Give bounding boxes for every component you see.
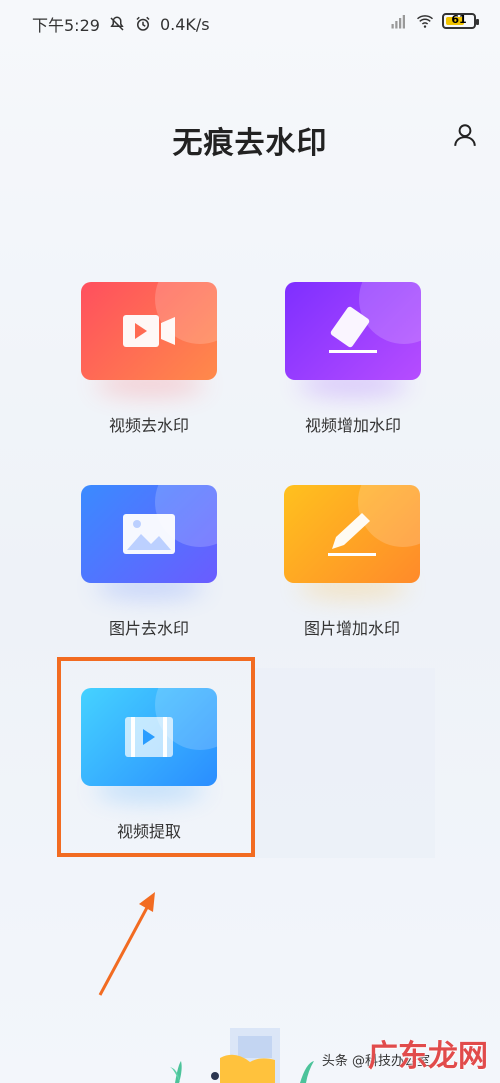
wifi-icon (417, 15, 433, 28)
image-remove-watermark-card[interactable] (81, 485, 217, 583)
status-left: 下午5:29 0.4K/s (32, 12, 210, 36)
user-profile-icon[interactable] (452, 122, 478, 148)
bottom-illustration (170, 1028, 314, 1083)
eraser-icon (329, 306, 377, 353)
pencil-icon (328, 513, 376, 556)
status-right: 61 (390, 12, 479, 30)
status-bar: 下午5:29 0.4K/s 61 (0, 0, 500, 44)
feature-label-image-add: 图片增加水印 (303, 619, 400, 638)
image-icon (123, 514, 175, 554)
card-icon-wrap (284, 503, 420, 565)
arrow-icon (98, 892, 155, 996)
feature-label-video-add: 视频增加水印 (304, 416, 401, 435)
video-add-watermark-card[interactable] (285, 282, 421, 380)
card-icon-wrap (81, 503, 217, 565)
battery-level: 61 (451, 13, 467, 26)
page-title: 无痕去水印 (172, 126, 328, 161)
feature-label-video-remove: 视频去水印 (108, 416, 189, 435)
highlight-box (57, 657, 255, 857)
status-time: 下午5:29 (32, 16, 100, 35)
signal-icon (391, 15, 405, 29)
image-add-watermark-card[interactable] (284, 485, 420, 583)
battery-icon: 61 (442, 13, 479, 29)
alarm-icon (136, 16, 150, 31)
empty-grid-cell (255, 668, 435, 858)
video-camera-icon (123, 315, 175, 347)
feature-label-image-remove: 图片去水印 (108, 619, 189, 638)
card-icon-wrap (81, 300, 217, 362)
network-speed: 0.4K/s (159, 14, 210, 34)
watermark-logo: 广东龙网 (368, 1039, 488, 1074)
silent-bell-icon (110, 16, 124, 31)
video-remove-watermark-card[interactable] (81, 282, 217, 380)
card-icon-wrap (285, 300, 421, 362)
